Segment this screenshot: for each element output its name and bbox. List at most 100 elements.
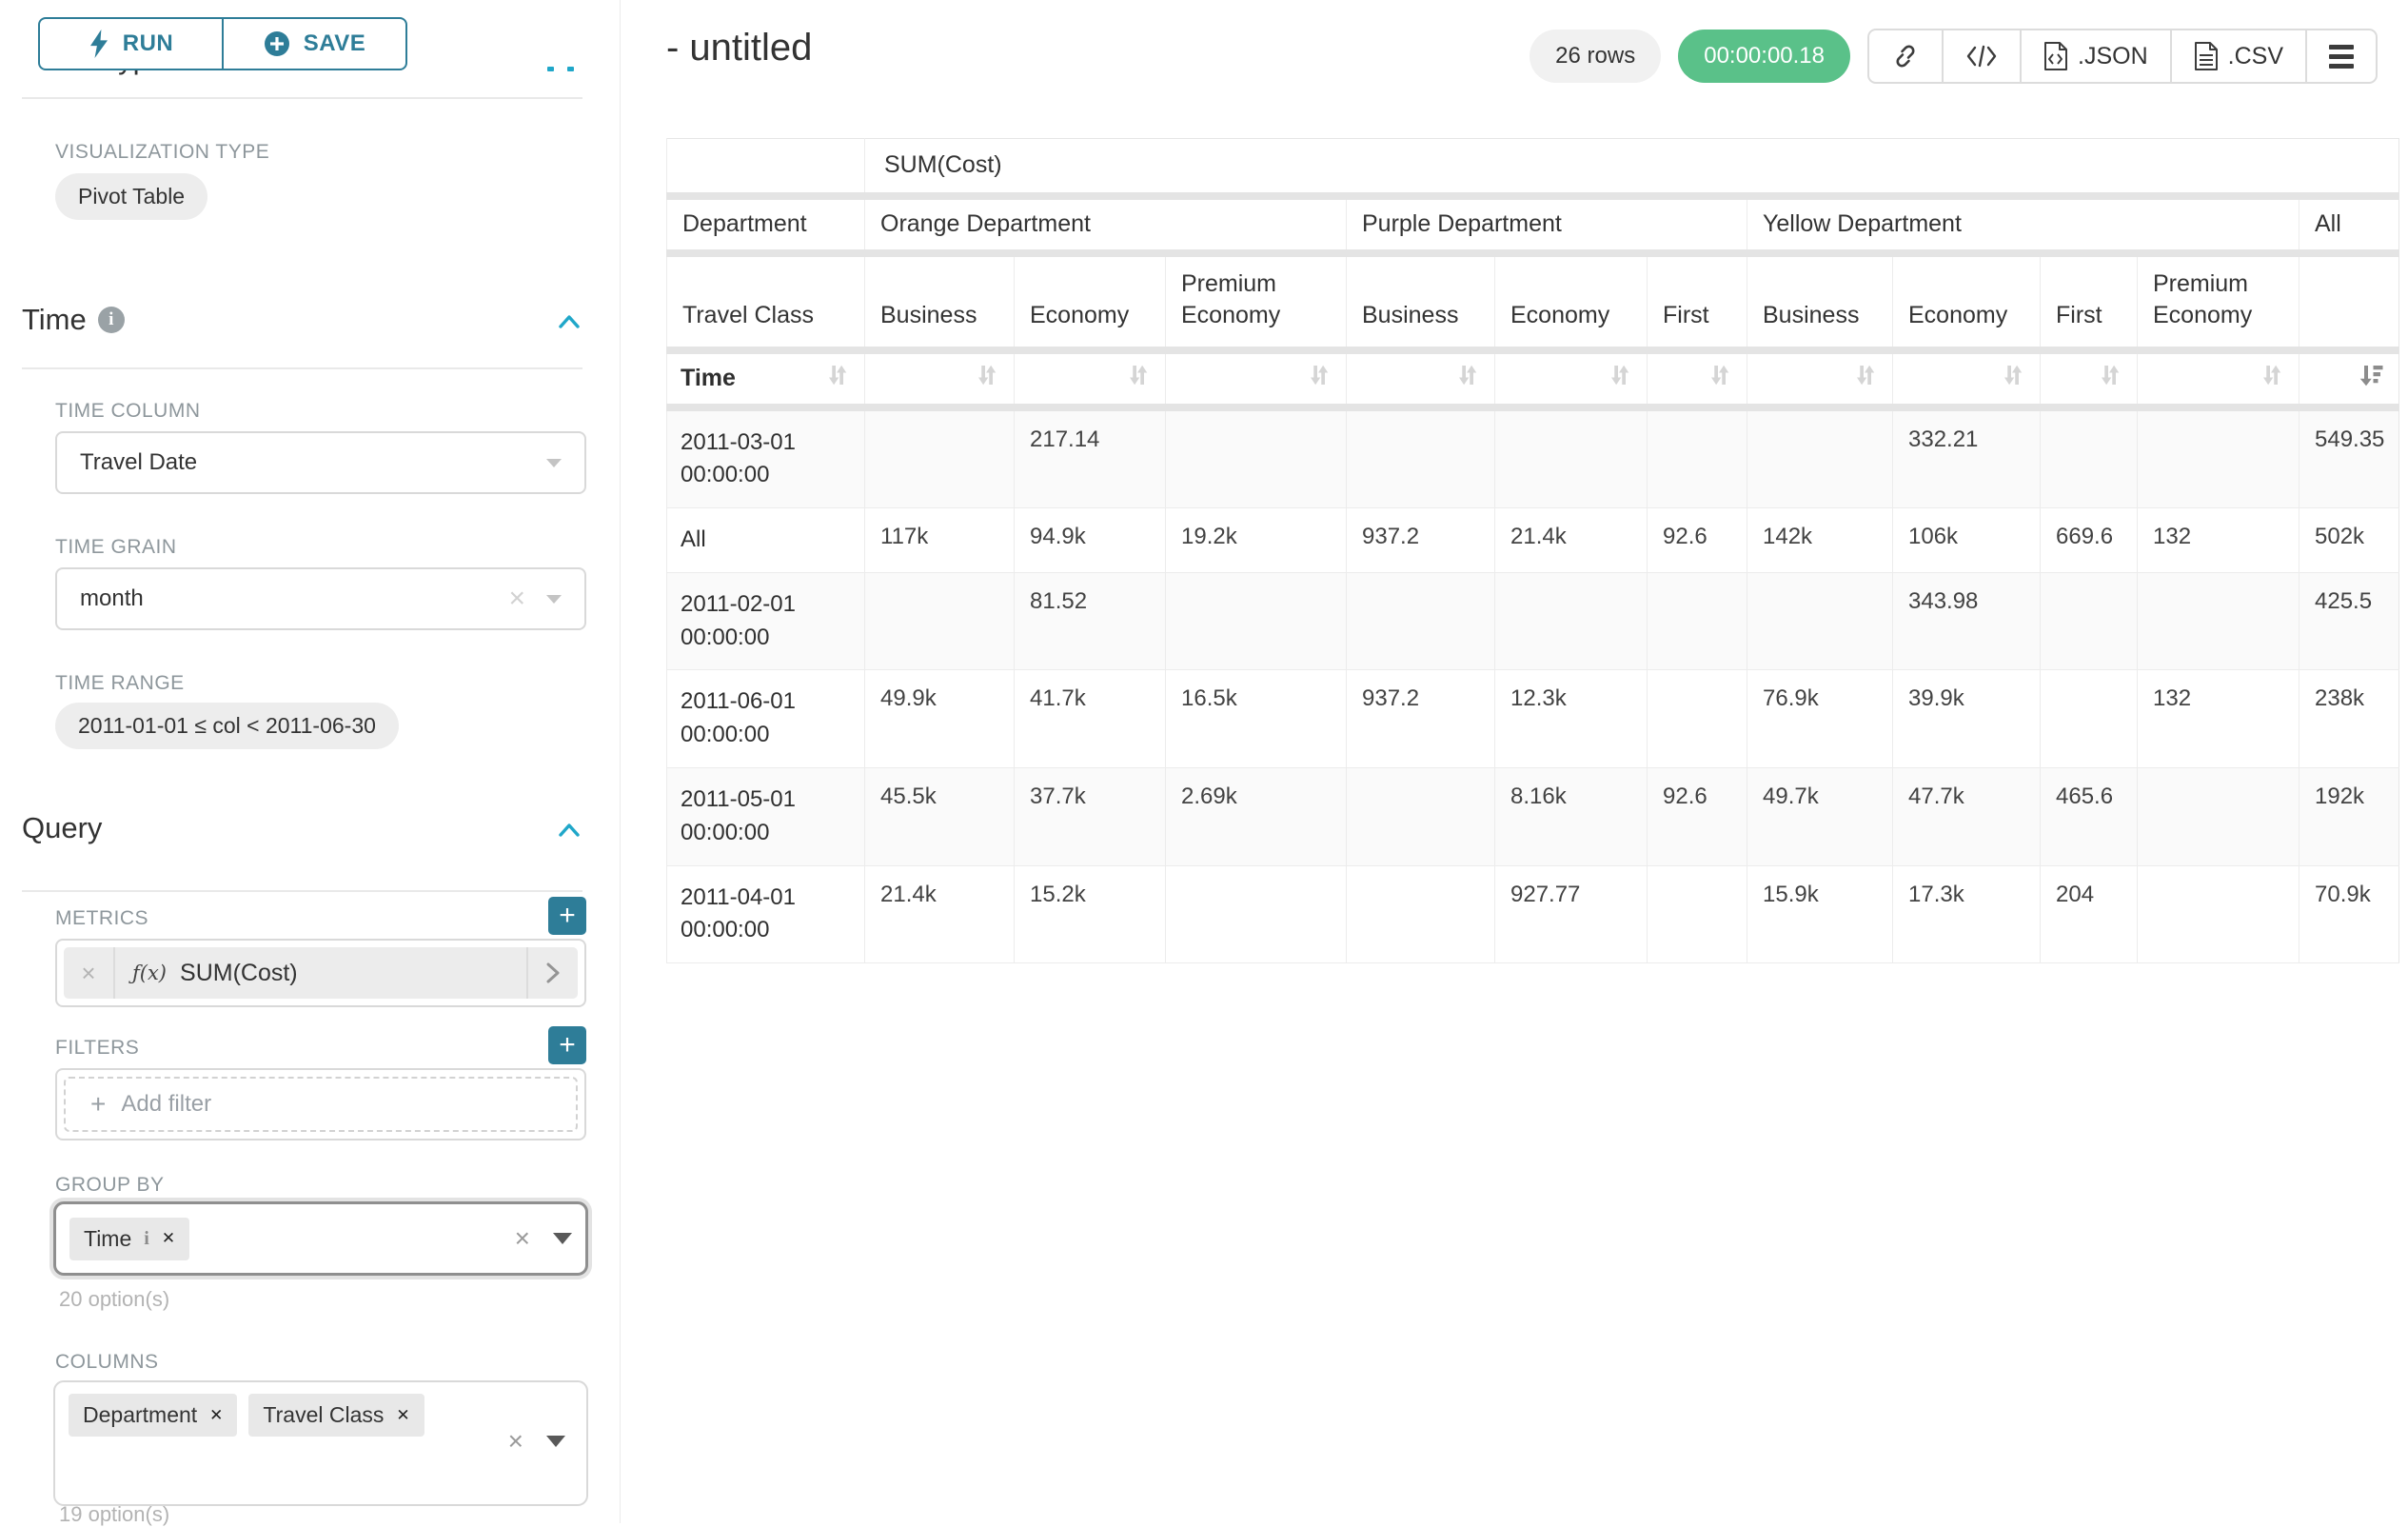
pivot-sort-header[interactable] bbox=[2138, 350, 2299, 407]
collapse-chevron-icon[interactable] bbox=[558, 823, 581, 838]
share-link-button[interactable] bbox=[1869, 30, 1942, 82]
pivot-cell: 21.4k bbox=[1495, 508, 1648, 573]
pivot-cell bbox=[1495, 407, 1648, 508]
export-json-button[interactable]: .JSON bbox=[2020, 30, 2170, 82]
pivot-sort-header[interactable]: Time bbox=[667, 350, 865, 407]
time-column-select[interactable]: Travel Date bbox=[55, 431, 586, 494]
link-icon bbox=[1891, 42, 1920, 70]
pivot-cell: 81.52 bbox=[1015, 572, 1166, 670]
pivot-cell bbox=[865, 407, 1015, 508]
pivot-sort-header[interactable] bbox=[1166, 350, 1347, 407]
query-section-title: Query bbox=[22, 811, 102, 845]
sort-icon[interactable] bbox=[1123, 361, 1152, 396]
add-filter-button[interactable]: + Add filter bbox=[64, 1077, 578, 1132]
pivot-col-header[interactable]: Business bbox=[865, 253, 1015, 350]
pivot-col-header[interactable]: First bbox=[1648, 253, 1747, 350]
chip-remove-icon[interactable]: ✕ bbox=[396, 1406, 409, 1425]
time-grain-select[interactable]: month × bbox=[55, 567, 586, 630]
pivot-col-header[interactable]: Premium Economy bbox=[2138, 253, 2299, 350]
filters-label: FILTERS bbox=[55, 1037, 139, 1060]
pivot-row-label: 2011-04-01 00:00:00 bbox=[667, 865, 865, 963]
pivot-sort-header[interactable] bbox=[2299, 350, 2399, 407]
export-csv-button[interactable]: .CSV bbox=[2170, 30, 2305, 82]
pivot-group-header[interactable]: Purple Department bbox=[1347, 196, 1747, 253]
pivot-sort-header[interactable] bbox=[2041, 350, 2138, 407]
sort-icon[interactable] bbox=[1705, 361, 1733, 396]
pivot-sort-header[interactable] bbox=[1893, 350, 2041, 407]
sort-icon[interactable] bbox=[1304, 361, 1332, 396]
metric-remove-icon[interactable]: × bbox=[64, 947, 115, 999]
chip-remove-icon[interactable]: ✕ bbox=[209, 1406, 223, 1425]
plus-icon: + bbox=[90, 1091, 106, 1118]
menu-button[interactable] bbox=[2305, 30, 2376, 82]
clear-icon[interactable]: × bbox=[508, 585, 525, 613]
sort-descending-icon[interactable] bbox=[2357, 361, 2385, 396]
save-button[interactable]: SAVE bbox=[222, 19, 405, 69]
table-row: 2011-02-01 00:00:0081.52343.98425.5 bbox=[667, 572, 2399, 670]
visualization-type-pill[interactable]: Pivot Table bbox=[55, 173, 207, 220]
section-divider bbox=[22, 367, 582, 369]
run-button[interactable]: RUN bbox=[40, 19, 222, 69]
add-filter-plus-button[interactable]: + bbox=[548, 1026, 586, 1064]
clear-all-icon[interactable]: × bbox=[508, 1428, 523, 1455]
sort-icon[interactable] bbox=[972, 361, 1000, 396]
columns-label: COLUMNS bbox=[55, 1351, 159, 1374]
sort-icon[interactable] bbox=[1998, 361, 2026, 396]
pivot-cell: 16.5k bbox=[1166, 670, 1347, 768]
sort-icon[interactable] bbox=[822, 361, 851, 396]
sort-icon[interactable] bbox=[2095, 361, 2123, 396]
sort-icon[interactable] bbox=[1605, 361, 1633, 396]
pivot-col-header-empty bbox=[2299, 253, 2399, 350]
chip-info-icon: i bbox=[144, 1228, 149, 1250]
pivot-cell: 549.35 bbox=[2299, 407, 2399, 508]
clear-all-icon[interactable]: × bbox=[515, 1225, 530, 1252]
pivot-row-label: 2011-02-01 00:00:00 bbox=[667, 572, 865, 670]
token-chip[interactable]: Timei ✕ bbox=[69, 1218, 189, 1260]
sort-icon[interactable] bbox=[1850, 361, 1879, 396]
pivot-sort-header[interactable] bbox=[1015, 350, 1166, 407]
pivot-corner-cell bbox=[667, 139, 865, 196]
chevron-down-icon bbox=[546, 595, 562, 604]
columns-select[interactable]: Department✕ Travel Class✕ × bbox=[53, 1380, 588, 1506]
pivot-group-header[interactable]: All bbox=[2299, 196, 2399, 253]
pivot-sort-header[interactable] bbox=[1347, 350, 1495, 407]
embed-code-button[interactable] bbox=[1942, 30, 2020, 82]
pivot-cell: 2.69k bbox=[1166, 768, 1347, 866]
pivot-cell: 17.3k bbox=[1893, 865, 2041, 963]
pivot-table-container: SUM(Cost)DepartmentOrange DepartmentPurp… bbox=[666, 138, 2399, 963]
pivot-sort-header[interactable] bbox=[1495, 350, 1648, 407]
pivot-department-header: Department bbox=[667, 196, 865, 253]
pivot-sort-header[interactable] bbox=[865, 350, 1015, 407]
add-metric-button[interactable]: + bbox=[548, 897, 586, 935]
pivot-group-header[interactable]: Yellow Department bbox=[1747, 196, 2299, 253]
pivot-col-header[interactable]: Economy bbox=[1893, 253, 2041, 350]
token-chip[interactable]: Department✕ bbox=[69, 1394, 237, 1437]
pivot-sort-header[interactable] bbox=[1648, 350, 1747, 407]
pivot-col-header[interactable]: First bbox=[2041, 253, 2138, 350]
token-chip[interactable]: Travel Class✕ bbox=[248, 1394, 424, 1437]
pivot-cell bbox=[1747, 407, 1893, 508]
pivot-metric-header: SUM(Cost) bbox=[865, 139, 2399, 196]
pivot-group-header[interactable]: Orange Department bbox=[865, 196, 1347, 253]
run-save-button-group: RUN SAVE bbox=[38, 17, 407, 70]
collapse-chevron-icon[interactable] bbox=[558, 314, 581, 329]
metric-expand-icon[interactable] bbox=[526, 947, 578, 999]
pivot-cell: 19.2k bbox=[1166, 508, 1347, 573]
sort-icon[interactable] bbox=[1452, 361, 1481, 396]
pivot-col-header[interactable]: Business bbox=[1347, 253, 1495, 350]
time-range-pill[interactable]: 2011-01-01 ≤ col < 2011-06-30 bbox=[55, 703, 399, 749]
token-chip-label: Time bbox=[84, 1226, 131, 1252]
pivot-cell bbox=[2041, 407, 2138, 508]
info-icon: i bbox=[98, 307, 125, 333]
chip-remove-icon[interactable]: ✕ bbox=[162, 1229, 175, 1248]
pivot-col-header[interactable]: Business bbox=[1747, 253, 1893, 350]
pivot-col-header[interactable]: Economy bbox=[1495, 253, 1648, 350]
sort-icon[interactable] bbox=[2257, 361, 2285, 396]
pivot-cell: 47.7k bbox=[1893, 768, 2041, 866]
time-grain-value: month bbox=[80, 585, 144, 612]
group-by-select[interactable]: Timei ✕ × bbox=[53, 1201, 588, 1276]
pivot-col-header[interactable]: Premium Economy bbox=[1166, 253, 1347, 350]
pivot-sort-header[interactable] bbox=[1747, 350, 1893, 407]
pivot-col-header[interactable]: Economy bbox=[1015, 253, 1166, 350]
metric-chip[interactable]: × ƒ(x) SUM(Cost) bbox=[64, 947, 578, 999]
